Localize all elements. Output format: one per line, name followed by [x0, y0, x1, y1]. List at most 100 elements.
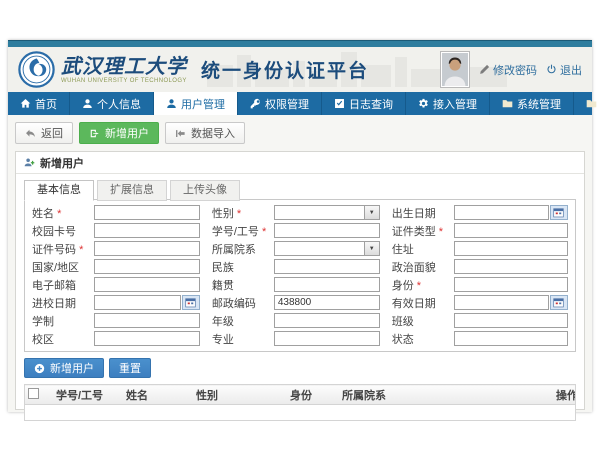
field-input-class[interactable]	[454, 313, 568, 328]
field-input-id-number[interactable]	[94, 241, 200, 256]
nav-tab-log-query[interactable]: 日志查询	[322, 92, 406, 115]
field-label: 政治面貌	[392, 259, 454, 275]
nav-tab-system-mgmt[interactable]: 系统管理	[490, 92, 574, 115]
panel-title: 新增用户	[16, 152, 584, 174]
form-field-major: 专业	[212, 331, 380, 346]
field-wrap	[274, 331, 380, 346]
field-input-status[interactable]	[454, 331, 568, 346]
section-tabs: 基本信息扩展信息上传头像	[24, 180, 576, 200]
selected-value	[275, 247, 278, 258]
field-wrap	[274, 277, 380, 292]
field-input-entry-date[interactable]	[94, 295, 181, 310]
calendar-button[interactable]	[550, 295, 568, 310]
top-strip	[8, 40, 592, 47]
required-marker: *	[439, 226, 443, 238]
nav-tab-permission-mgmt[interactable]: 权限管理	[238, 92, 322, 115]
nav-tab-user-mgmt[interactable]: 用户管理	[154, 92, 238, 115]
field-wrap	[274, 313, 380, 328]
nav-tab-profile[interactable]: 个人信息	[70, 92, 154, 115]
field-label: 状态	[392, 331, 454, 347]
field-input-id-type[interactable]	[454, 223, 568, 238]
folder-icon	[586, 98, 597, 109]
logout-link[interactable]: 退出	[546, 62, 582, 78]
field-wrap	[454, 295, 568, 310]
person-icon	[166, 98, 177, 109]
form-field-id-number: 证件号码 *	[32, 241, 200, 256]
toolbar: 返回 新增用户 数据导入	[15, 122, 585, 144]
form-field-email: 电子邮箱	[32, 277, 200, 292]
calendar-icon	[553, 207, 564, 218]
field-input-major[interactable]	[274, 331, 380, 346]
nav-tab-access-mgmt[interactable]: 接入管理	[406, 92, 490, 115]
data-import-button[interactable]: 数据导入	[165, 122, 245, 144]
submit-new-user-button[interactable]: 新增用户	[24, 358, 104, 378]
submit-button-label: 新增用户	[50, 360, 94, 376]
field-label: 国家/地区	[32, 259, 94, 275]
form-field-campus: 校区	[32, 331, 200, 346]
field-input-campus[interactable]	[94, 331, 200, 346]
nav-tab-label: 首页	[35, 96, 57, 112]
field-input-postal-code[interactable]	[274, 295, 380, 310]
calendar-button[interactable]	[550, 205, 568, 220]
field-input-email[interactable]	[94, 277, 200, 292]
nav-tab-home[interactable]: 首页	[8, 92, 70, 115]
field-input-country-region[interactable]	[94, 259, 200, 274]
field-label: 有效日期	[392, 295, 454, 311]
app-body: 返回 新增用户 数据导入 新增用户 基本信息扩展信息上传头像	[8, 115, 592, 412]
field-label: 校园卡号	[32, 223, 94, 239]
field-input-valid-date[interactable]	[454, 295, 549, 310]
required-marker: *	[237, 208, 241, 220]
calendar-button[interactable]	[182, 295, 200, 310]
field-wrap	[274, 259, 380, 274]
table-empty-cell	[25, 405, 576, 421]
required-marker: *	[262, 226, 266, 238]
field-select-department[interactable]: ▼	[274, 241, 380, 256]
home-icon	[20, 98, 31, 109]
back-button[interactable]: 返回	[15, 122, 73, 144]
field-label: 籍贯	[212, 277, 274, 293]
field-input-campus-card-no[interactable]	[94, 223, 200, 238]
table-header-col-3: 身份	[287, 385, 339, 405]
tab-basic-info[interactable]: 基本信息	[24, 180, 94, 201]
field-label: 校区	[32, 331, 94, 347]
field-input-student-employee-no[interactable]	[274, 223, 380, 238]
field-wrap	[454, 205, 568, 220]
new-user-button[interactable]: 新增用户	[79, 122, 159, 144]
field-input-identity[interactable]	[454, 277, 568, 292]
field-input-address[interactable]	[454, 241, 568, 256]
nav-tab-subscription-mgmt[interactable]: 订阅管理	[574, 92, 600, 115]
reset-button[interactable]: 重置	[109, 358, 151, 378]
field-input-native-place[interactable]	[274, 277, 380, 292]
required-marker: *	[79, 244, 83, 256]
calendar-icon	[185, 297, 196, 308]
data-import-button-label: 数据导入	[191, 125, 235, 141]
tab-upload-avatar[interactable]: 上传头像	[170, 180, 240, 201]
change-password-link[interactable]: 修改密码	[479, 62, 537, 78]
tab-extended-info[interactable]: 扩展信息	[97, 180, 167, 201]
form-field-valid-date: 有效日期	[392, 295, 568, 310]
field-input-ethnicity[interactable]	[274, 259, 380, 274]
form-field-grade: 年级	[212, 313, 380, 328]
field-label: 出生日期	[392, 205, 454, 221]
field-label: 进校日期	[32, 295, 94, 311]
dropdown-arrow-icon[interactable]: ▼	[364, 242, 379, 255]
field-input-political-status[interactable]	[454, 259, 568, 274]
table-header-col-2: 性别	[193, 385, 287, 405]
university-name-cn: 武汉理工大学	[61, 56, 187, 76]
new-user-panel: 新增用户 基本信息扩展信息上传头像 姓名 *性别 *▼出生日期 校园卡号 学号/…	[15, 151, 585, 410]
field-select-gender[interactable]: ▼	[274, 205, 380, 220]
table-header-col-4: 所属院系	[339, 385, 553, 405]
dropdown-arrow-icon[interactable]: ▼	[364, 206, 379, 219]
field-input-school-system[interactable]	[94, 313, 200, 328]
form-field-ethnicity: 民族	[212, 259, 380, 274]
avatar	[440, 51, 470, 88]
field-input-name[interactable]	[94, 205, 200, 220]
panel-title-label: 新增用户	[40, 155, 84, 171]
university-logo	[18, 51, 55, 88]
import-icon	[175, 128, 186, 139]
select-all-checkbox[interactable]	[28, 388, 39, 399]
form-field-id-type: 证件类型 *	[392, 223, 568, 238]
field-input-birth-date[interactable]	[454, 205, 549, 220]
field-input-grade[interactable]	[274, 313, 380, 328]
form-field-address: 住址	[392, 241, 568, 256]
